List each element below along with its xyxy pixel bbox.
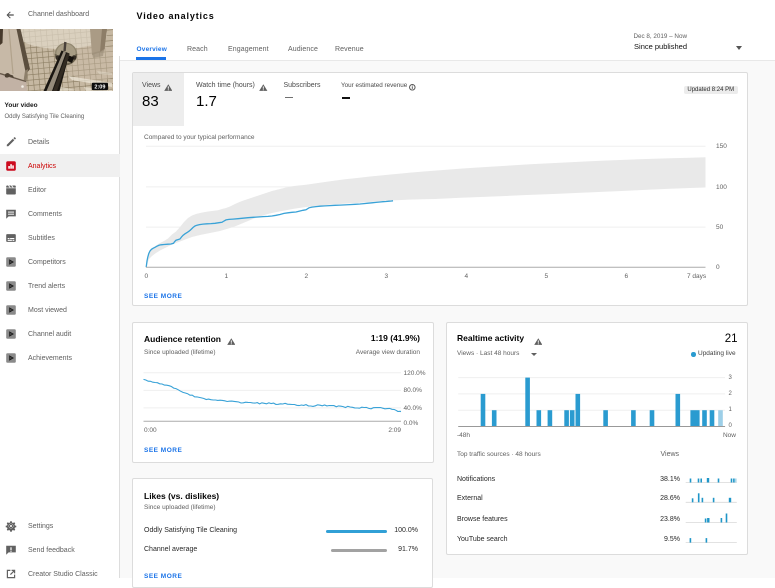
svg-text:2:09: 2:09 [94, 85, 105, 91]
